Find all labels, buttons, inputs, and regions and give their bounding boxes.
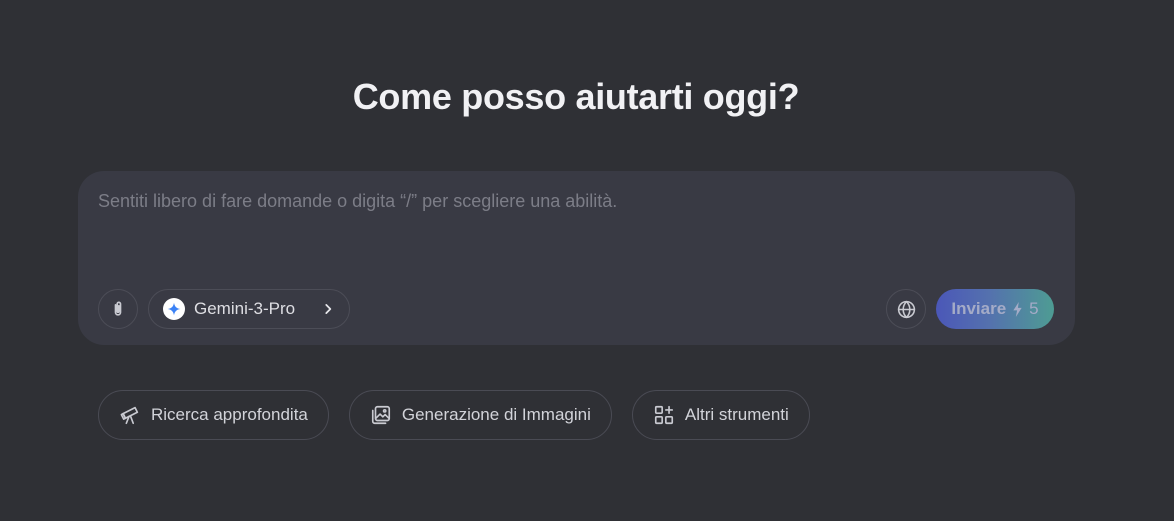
chevron-right-icon [321, 302, 335, 316]
more-tools-label: Altri strumenti [684, 405, 789, 424]
send-button[interactable]: Inviare 5 [936, 289, 1054, 329]
deep-research-button[interactable]: Ricerca approfondita [98, 390, 329, 440]
attach-file-button[interactable] [98, 289, 138, 329]
more-tools-button[interactable]: Altri strumenti [631, 390, 810, 440]
grid-plus-icon [653, 404, 675, 426]
prompt-input[interactable] [98, 191, 1038, 281]
quick-actions: Ricerca approfondita Generazione di Imma… [98, 390, 810, 440]
page-title: Come posso aiutarti oggi? [352, 76, 800, 117]
model-selector-button[interactable]: Gemini-3-Pro [148, 289, 350, 329]
prompt-composer: Gemini-3-Pro Inviare [78, 171, 1075, 345]
globe-icon [896, 299, 917, 320]
send-button-label: Inviare [951, 299, 1007, 318]
gemini-sparkle-icon [163, 298, 185, 320]
deep-research-label: Ricerca approfondita [151, 405, 308, 424]
lightning-bolt-icon [1012, 301, 1023, 317]
telescope-icon [119, 404, 141, 426]
image-icon [370, 404, 392, 426]
web-search-toggle[interactable] [886, 289, 926, 329]
model-selector-label: Gemini-3-Pro [194, 299, 296, 318]
paperclip-icon [108, 299, 128, 319]
image-generation-button[interactable]: Generazione di Immagini [348, 390, 612, 440]
send-credit-cost: 5 [1029, 299, 1039, 318]
page: Come posso aiutarti oggi? Gemini-3-Pro [0, 0, 1174, 521]
image-generation-label: Generazione di Immagini [401, 405, 591, 424]
